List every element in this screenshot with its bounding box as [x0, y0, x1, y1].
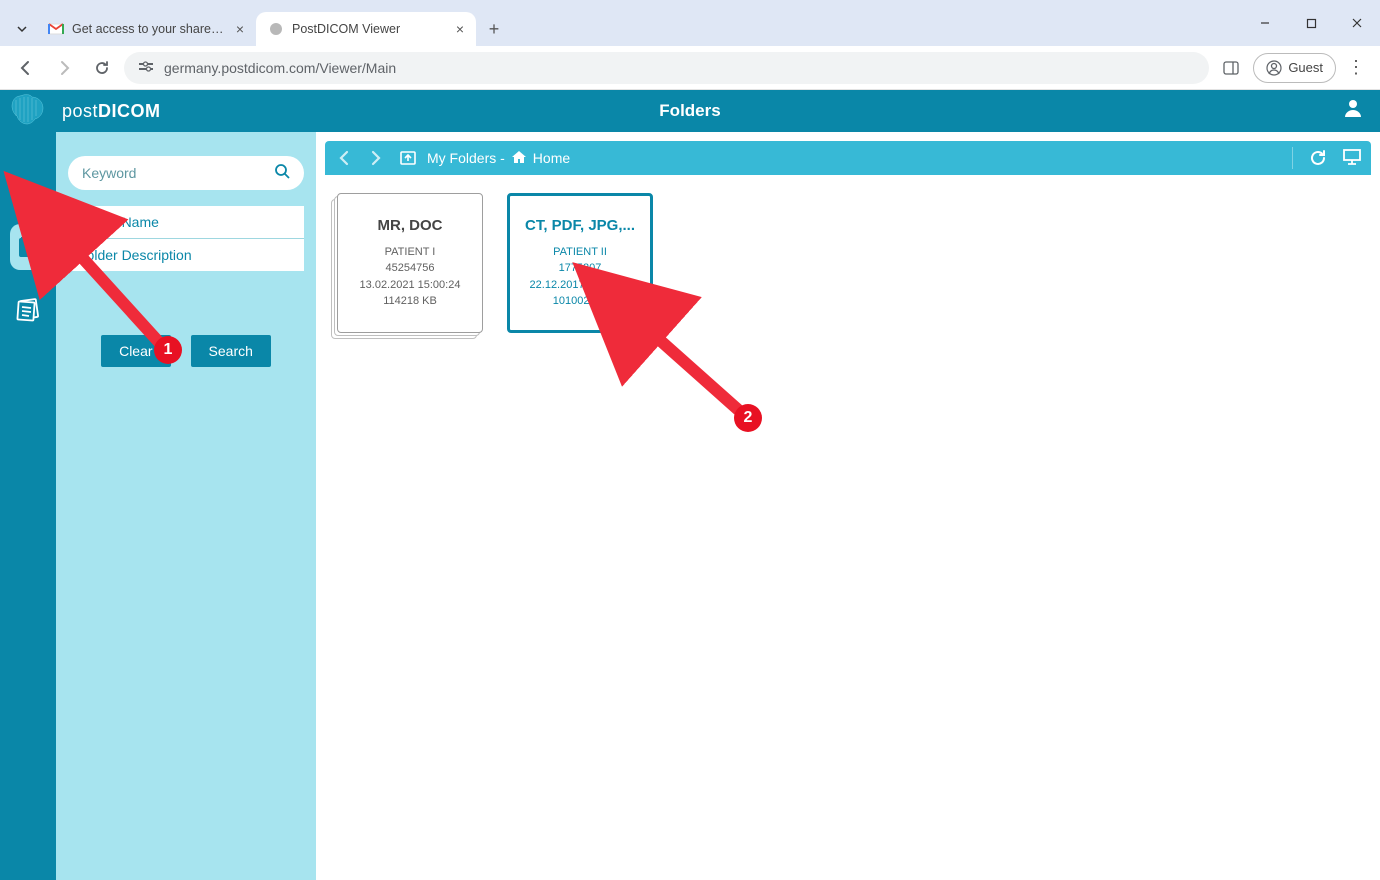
back-button[interactable]: [10, 52, 42, 84]
left-iconbar: [0, 132, 56, 880]
selected-corner-icon: [628, 308, 650, 330]
close-icon[interactable]: ×: [456, 21, 464, 37]
tab-title: PostDICOM Viewer: [292, 22, 448, 36]
url-text: germany.postdicom.com/Viewer/Main: [164, 60, 396, 76]
new-tab-button[interactable]: +: [480, 15, 508, 43]
folder-toolbar: My Folders - Home: [325, 141, 1371, 175]
nav-back-button[interactable]: [331, 145, 357, 171]
close-window-button[interactable]: [1334, 6, 1380, 40]
forward-button[interactable]: [48, 52, 80, 84]
folder-filter-fields: [68, 206, 304, 271]
card-size: 114218 KB: [383, 293, 437, 310]
site-settings-icon[interactable]: [138, 59, 154, 76]
folder-cards-grid: MR, DOC PATIENT I 45254756 13.02.2021 15…: [325, 175, 1371, 351]
study-card-selected[interactable]: CT, PDF, JPG,... PATIENT II 1775207 22.1…: [507, 193, 653, 333]
app-header: postDICOM Folders: [0, 90, 1380, 132]
tab-title: Get access to your shared folde: [72, 22, 228, 36]
browser-tabstrip: Get access to your shared folde × PostDI…: [0, 0, 1380, 46]
user-menu-button[interactable]: [1342, 97, 1364, 125]
clear-button[interactable]: Clear: [101, 335, 170, 367]
search-sidebar: Clear Search: [56, 132, 316, 880]
card-datetime: 22.12.2017 08:29:50: [530, 277, 631, 294]
keyword-input[interactable]: [82, 165, 274, 181]
refresh-button[interactable]: [1305, 145, 1331, 171]
app-body: Clear Search My Folders -: [0, 132, 1380, 880]
card-size: 101002 KB: [553, 293, 607, 310]
studies-nav-button[interactable]: [5, 288, 51, 334]
close-icon[interactable]: ×: [236, 21, 244, 37]
tabs-dropdown-button[interactable]: [8, 12, 36, 46]
tab-gmail[interactable]: Get access to your shared folde ×: [36, 12, 256, 46]
brain-icon: [6, 90, 54, 132]
browser-toolbar: germany.postdicom.com/Viewer/Main Guest …: [0, 46, 1380, 90]
postdicom-icon: [268, 21, 284, 37]
card-title: MR, DOC: [378, 217, 443, 234]
window-controls: [1242, 0, 1380, 46]
card-patient: PATIENT I: [385, 244, 436, 261]
keyword-search-box[interactable]: [68, 156, 304, 190]
breadcrumb-home[interactable]: Home: [533, 150, 570, 166]
breadcrumb: My Folders - Home: [427, 150, 570, 167]
minimize-button[interactable]: [1242, 6, 1288, 40]
folder-name-input[interactable]: [68, 206, 304, 239]
tab-postdicom[interactable]: PostDICOM Viewer ×: [256, 12, 476, 46]
side-panel-button[interactable]: [1215, 52, 1247, 84]
card-id: 1775207: [559, 260, 602, 277]
nav-up-button[interactable]: [395, 145, 421, 171]
breadcrumb-prefix: My Folders -: [427, 150, 505, 166]
toolbar-divider: [1292, 147, 1293, 169]
profile-label: Guest: [1288, 60, 1323, 75]
card-id: 45254756: [386, 260, 435, 277]
folder-description-input[interactable]: [68, 239, 304, 271]
card-patient: PATIENT II: [553, 244, 607, 261]
study-card[interactable]: MR, DOC PATIENT I 45254756 13.02.2021 15…: [337, 193, 483, 333]
maximize-button[interactable]: [1288, 6, 1334, 40]
brand-text: postDICOM: [62, 101, 161, 122]
card-datetime: 13.02.2021 15:00:24: [360, 277, 461, 294]
home-icon: [511, 150, 527, 167]
brand-logo[interactable]: postDICOM: [0, 90, 161, 132]
user-icon: [1266, 60, 1282, 76]
folders-nav-button[interactable]: [10, 224, 56, 270]
content-area: My Folders - Home: [316, 132, 1380, 880]
card-title: CT, PDF, JPG,...: [525, 217, 635, 234]
profile-button[interactable]: Guest: [1253, 53, 1336, 83]
nav-forward-button[interactable]: [363, 145, 389, 171]
page-title: Folders: [659, 101, 720, 121]
url-bar[interactable]: germany.postdicom.com/Viewer/Main: [124, 52, 1209, 84]
search-icon[interactable]: [274, 163, 290, 184]
gmail-icon: [48, 21, 64, 37]
reload-button[interactable]: [86, 52, 118, 84]
view-options-button[interactable]: [1339, 145, 1365, 171]
search-button[interactable]: Search: [191, 335, 271, 367]
browser-menu-button[interactable]: ⋮: [1342, 57, 1370, 78]
filter-buttons: Clear Search: [68, 335, 304, 367]
